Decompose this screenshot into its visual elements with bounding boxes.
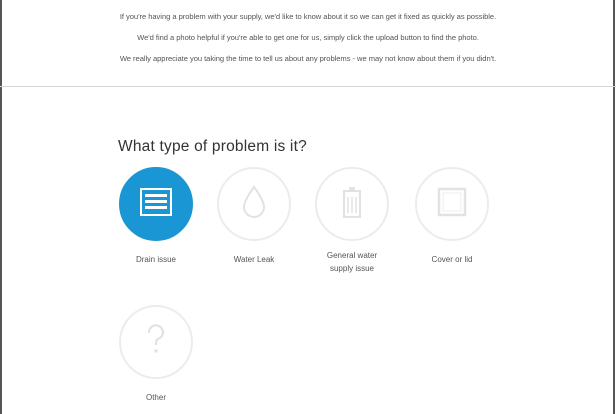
option-cover-or-lid-label: Cover or lid: [431, 255, 473, 264]
option-general-water-supply-label: General water supply issue: [307, 249, 397, 275]
option-cover-or-lid-circle[interactable]: [415, 167, 489, 241]
option-drain-issue[interactable]: Drain issue: [111, 167, 201, 266]
option-cover-or-lid[interactable]: Cover or lid: [407, 167, 497, 266]
drain-icon: [139, 187, 173, 222]
option-general-water-supply-circle[interactable]: [315, 167, 389, 241]
option-general-water-supply[interactable]: General water supply issue: [307, 167, 397, 275]
intro-text: If you're having a problem with your sup…: [0, 10, 616, 65]
option-water-leak-circle[interactable]: [217, 167, 291, 241]
water-supply-icon: [339, 185, 365, 224]
intro-line-2: We'd find a photo helpful if you're able…: [137, 33, 479, 42]
option-water-leak[interactable]: Water Leak: [209, 167, 299, 266]
problem-type-question: What type of problem is it?: [118, 138, 307, 155]
divider: [0, 86, 616, 87]
option-general-water-supply-label-line-1: General water: [326, 251, 378, 260]
intro-line-1: If you're having a problem with your sup…: [119, 12, 497, 21]
option-other-circle[interactable]: [119, 305, 193, 379]
option-drain-label: Drain issue: [135, 255, 176, 264]
water-drop-icon: [241, 184, 267, 224]
option-other-label: Other: [145, 393, 166, 402]
option-other[interactable]: Other: [111, 305, 201, 404]
question-icon: [144, 323, 168, 362]
option-water-leak-label: Water Leak: [233, 255, 275, 264]
option-drain-circle[interactable]: [119, 167, 193, 241]
page-frame: If you're having a problem with your sup…: [0, 0, 616, 414]
intro-line-3: We really appreciate you taking the time…: [119, 54, 497, 63]
cover-lid-icon: [435, 185, 469, 224]
option-general-water-supply-label-line-2: supply issue: [329, 264, 375, 273]
